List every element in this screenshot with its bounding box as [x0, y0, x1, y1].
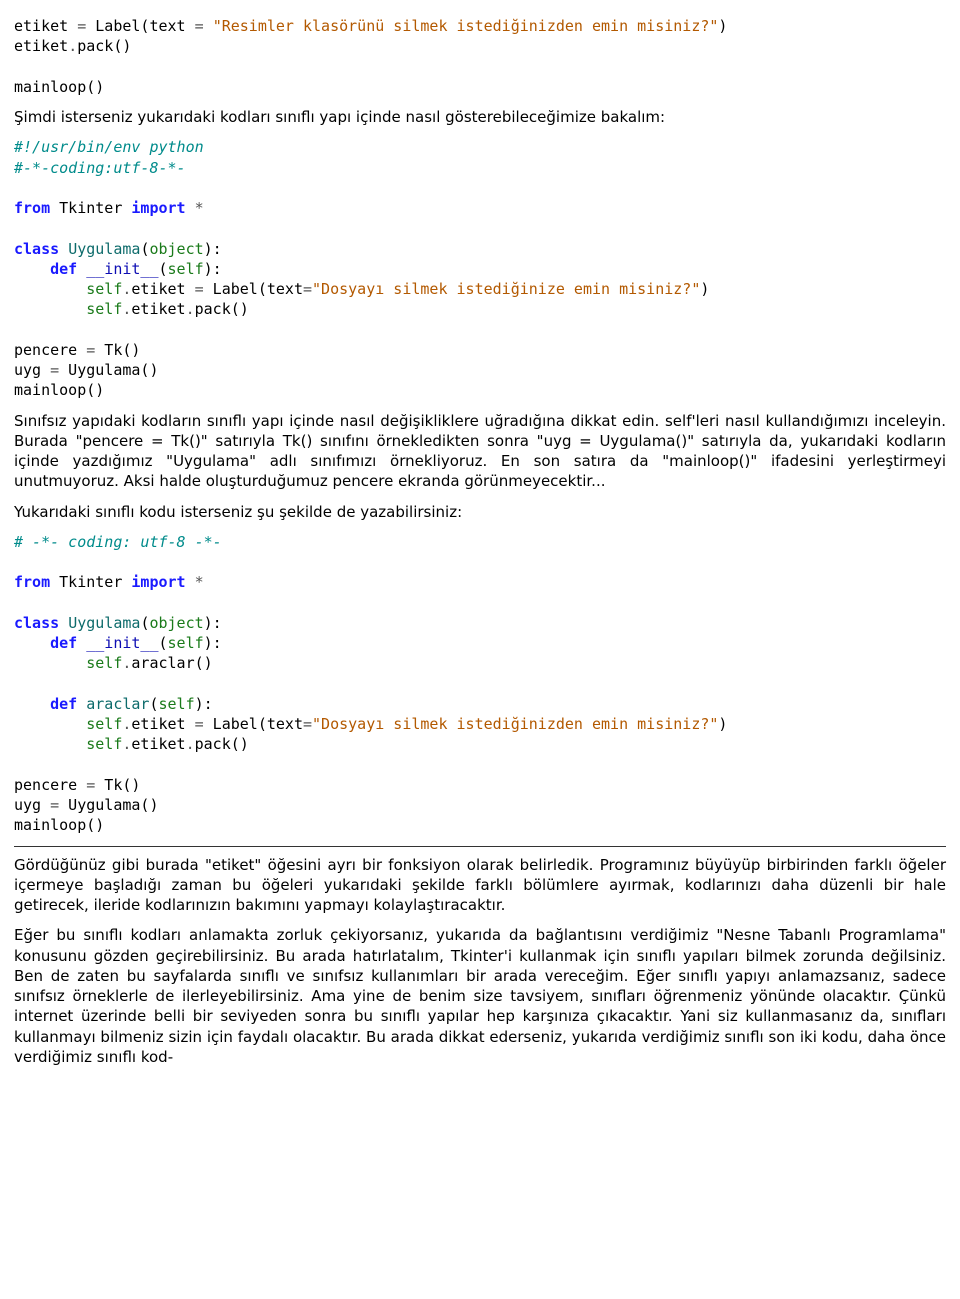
paragraph-5: Eğer bu sınıflı kodları anlamakta zorluk…: [14, 925, 946, 1067]
paragraph-4: Gördüğünüz gibi burada "etiket" öğesini …: [14, 855, 946, 916]
code-block-1: etiket = Label(text = "Resimler klasörün…: [14, 16, 946, 97]
paragraph-1: Şimdi isterseniz yukarıdaki kodları sını…: [14, 107, 946, 127]
code-block-3: # -*- coding: utf-8 -*- from Tkinter imp…: [14, 532, 946, 836]
divider: [14, 846, 946, 847]
paragraph-2: Sınıfsız yapıdaki kodların sınıflı yapı …: [14, 411, 946, 492]
paragraph-3: Yukarıdaki sınıflı kodu isterseniz şu şe…: [14, 502, 946, 522]
code-block-2: #!/usr/bin/env python #-*-coding:utf-8-*…: [14, 137, 946, 400]
